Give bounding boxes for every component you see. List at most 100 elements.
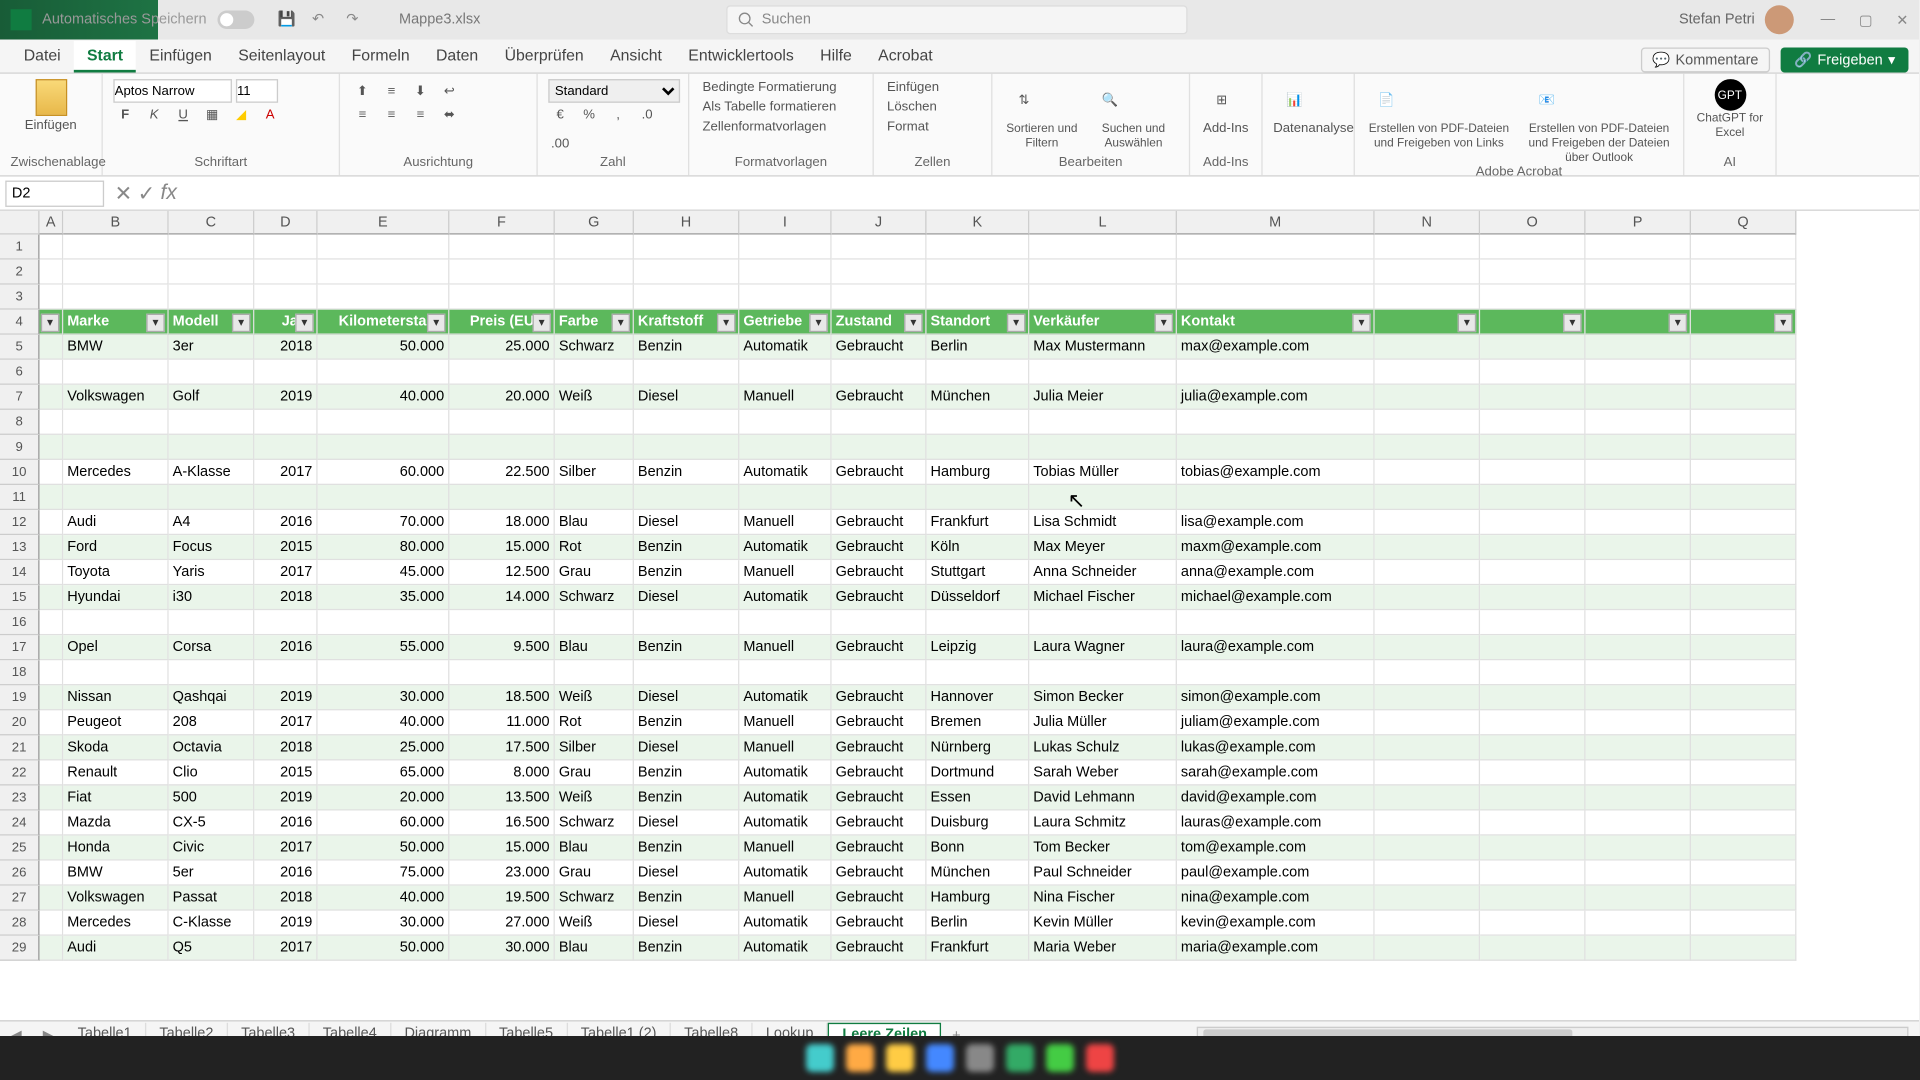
cell[interactable]: [1691, 735, 1796, 760]
cell[interactable]: Benzin: [634, 836, 739, 861]
cell[interactable]: Gebraucht: [832, 836, 927, 861]
col-header-K[interactable]: K: [927, 211, 1030, 235]
cell[interactable]: [555, 410, 634, 435]
cell[interactable]: [1375, 836, 1480, 861]
cell[interactable]: Tobias Müller: [1029, 460, 1177, 485]
cell[interactable]: [1691, 911, 1796, 936]
formula-input[interactable]: [188, 180, 1920, 206]
cell[interactable]: 2016: [254, 635, 317, 660]
cell[interactable]: [1480, 710, 1585, 735]
cell[interactable]: 2017: [254, 560, 317, 585]
cell[interactable]: Kraftstoff: [634, 310, 739, 335]
cell[interactable]: Manuell: [739, 635, 831, 660]
cell[interactable]: [1029, 610, 1177, 635]
cell[interactable]: Düsseldorf: [927, 585, 1030, 610]
cell[interactable]: tobias@example.com: [1177, 460, 1375, 485]
cell[interactable]: [634, 410, 739, 435]
cell[interactable]: Modell: [169, 310, 255, 335]
cell[interactable]: [1375, 310, 1480, 335]
currency-button[interactable]: €: [548, 103, 572, 127]
font-color-button[interactable]: A: [258, 103, 282, 127]
cell[interactable]: [832, 660, 927, 685]
avatar[interactable]: [1765, 5, 1794, 34]
cell[interactable]: [555, 260, 634, 285]
delete-cells-button[interactable]: Löschen: [884, 99, 980, 116]
minimize-icon[interactable]: —: [1821, 11, 1835, 28]
cell[interactable]: Nürnberg: [927, 735, 1030, 760]
cell[interactable]: 13.500: [449, 786, 554, 811]
cell[interactable]: 15.000: [449, 836, 554, 861]
cell[interactable]: Manuell: [739, 560, 831, 585]
cell[interactable]: A4: [169, 510, 255, 535]
cell[interactable]: [318, 235, 450, 260]
cell[interactable]: Gebraucht: [832, 685, 927, 710]
pdf-link-button[interactable]: 📄 Erstellen von PDF-Dateien und Freigebe…: [1365, 79, 1512, 165]
cell[interactable]: sarah@example.com: [1177, 760, 1375, 785]
cell[interactable]: lisa@example.com: [1177, 510, 1375, 535]
cell[interactable]: Schwarz: [555, 886, 634, 911]
cell[interactable]: 2017: [254, 836, 317, 861]
cell[interactable]: [1586, 510, 1691, 535]
cell[interactable]: [1375, 786, 1480, 811]
cell[interactable]: [1480, 235, 1585, 260]
cell[interactable]: 14.000: [449, 585, 554, 610]
cell[interactable]: Gebraucht: [832, 710, 927, 735]
cell[interactable]: 12.500: [449, 560, 554, 585]
cell[interactable]: Farbe: [555, 310, 634, 335]
cell[interactable]: [1586, 710, 1691, 735]
cell[interactable]: Paul Schneider: [1029, 861, 1177, 886]
cell[interactable]: [1586, 811, 1691, 836]
cell[interactable]: [1480, 460, 1585, 485]
cell[interactable]: [1586, 911, 1691, 936]
save-icon[interactable]: 💾: [278, 11, 296, 29]
menu-tab-acrobat[interactable]: Acrobat: [865, 41, 946, 73]
cell[interactable]: [63, 410, 168, 435]
cell[interactable]: [1586, 610, 1691, 635]
cell[interactable]: Gebraucht: [832, 385, 927, 410]
row-header[interactable]: 18: [0, 660, 40, 685]
cell[interactable]: michael@example.com: [1177, 585, 1375, 610]
cell[interactable]: Blau: [555, 836, 634, 861]
cell[interactable]: Civic: [169, 836, 255, 861]
cell[interactable]: [634, 660, 739, 685]
cell[interactable]: [40, 886, 64, 911]
row-header[interactable]: 4: [0, 310, 40, 335]
cell[interactable]: Benzin: [634, 535, 739, 560]
cell[interactable]: Gebraucht: [832, 936, 927, 961]
cell[interactable]: Diesel: [634, 385, 739, 410]
cell[interactable]: Manuell: [739, 836, 831, 861]
cell[interactable]: 22.500: [449, 460, 554, 485]
cell[interactable]: 30.000: [318, 685, 450, 710]
cell[interactable]: Diesel: [634, 811, 739, 836]
cell[interactable]: [40, 911, 64, 936]
maximize-icon[interactable]: ▢: [1859, 11, 1873, 28]
cell[interactable]: Diesel: [634, 510, 739, 535]
cell[interactable]: Blau: [555, 510, 634, 535]
cell[interactable]: 2018: [254, 335, 317, 360]
cell[interactable]: [1375, 435, 1480, 460]
col-header-F[interactable]: F: [449, 211, 554, 235]
cell[interactable]: Mercedes: [63, 911, 168, 936]
cell[interactable]: [1691, 360, 1796, 385]
row-header[interactable]: 7: [0, 385, 40, 410]
cell[interactable]: [634, 260, 739, 285]
menu-tab-formeln[interactable]: Formeln: [338, 41, 422, 73]
cell[interactable]: [832, 435, 927, 460]
cell[interactable]: 2018: [254, 735, 317, 760]
cell[interactable]: [40, 385, 64, 410]
menu-tab-überprüfen[interactable]: Überprüfen: [491, 41, 597, 73]
user-area[interactable]: Stefan Petri: [1679, 5, 1794, 34]
spreadsheet-grid[interactable]: ABCDEFGHIJKLMNOPQ 1234567891011121314151…: [0, 211, 1919, 1020]
cell[interactable]: nina@example.com: [1177, 886, 1375, 911]
paste-button[interactable]: Einfügen: [11, 79, 91, 133]
align-bottom-button[interactable]: ⬇: [409, 79, 433, 103]
cell[interactable]: [1480, 560, 1585, 585]
cell[interactable]: Automatik: [739, 535, 831, 560]
cell[interactable]: Audi: [63, 936, 168, 961]
row-header[interactable]: 9: [0, 435, 40, 460]
cell[interactable]: Diesel: [634, 685, 739, 710]
cell[interactable]: [318, 260, 450, 285]
cell[interactable]: [927, 410, 1030, 435]
cell[interactable]: 11.000: [449, 710, 554, 735]
cell[interactable]: [832, 260, 927, 285]
